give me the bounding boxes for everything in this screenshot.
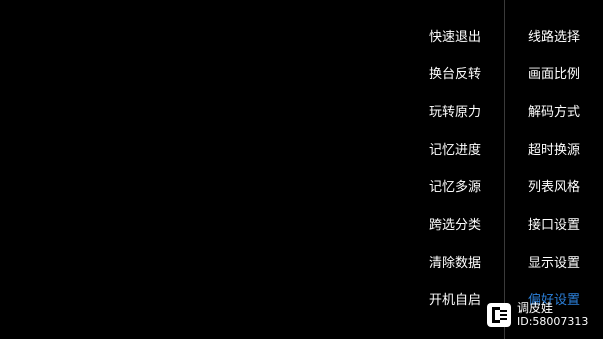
column-divider [504, 0, 505, 339]
menu-item-timeout-switch[interactable]: 超时换源 [528, 143, 580, 159]
watermark-username: 调皮娃 [517, 301, 554, 315]
menu-item-channel-reverse[interactable]: 换台反转 [429, 67, 481, 83]
app-logo-icon [487, 303, 511, 327]
menu-item-list-style[interactable]: 列表风格 [528, 180, 580, 196]
menu-item-remember-progress[interactable]: 记忆进度 [429, 143, 481, 159]
menu-item-display-settings[interactable]: 显示设置 [528, 256, 580, 272]
menu-item-api-settings[interactable]: 接口设置 [528, 218, 580, 234]
menu-item-force-play[interactable]: 玩转原力 [429, 105, 481, 121]
menu-item-quick-exit[interactable]: 快速退出 [429, 30, 481, 46]
menu-item-cross-category[interactable]: 跨选分类 [429, 218, 481, 234]
menu-item-clear-data[interactable]: 清除数据 [429, 256, 481, 272]
menu-item-decode-mode[interactable]: 解码方式 [528, 105, 580, 121]
menu-item-aspect-ratio[interactable]: 画面比例 [528, 67, 580, 83]
menu-item-remember-sources[interactable]: 记忆多源 [429, 180, 481, 196]
watermark-user-id: ID:58007313 [517, 315, 589, 328]
menu-item-autostart[interactable]: 开机自启 [429, 293, 481, 309]
user-watermark: 调皮娃 ID:58007313 [487, 301, 603, 331]
menu-item-line-select[interactable]: 线路选择 [528, 30, 580, 46]
